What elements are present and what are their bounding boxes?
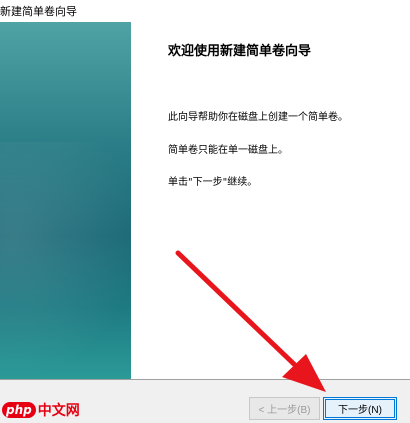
wizard-heading: 欢迎使用新建简单卷向导	[168, 44, 312, 59]
wizard-note-text: 简单卷只能在单一磁盘上。	[168, 145, 288, 156]
next-button[interactable]: 下一步(N)	[323, 397, 397, 420]
banner-glow	[0, 142, 131, 379]
wizard-intro-text: 此向导帮助你在磁盘上创建一个简单卷。	[168, 112, 348, 123]
back-button[interactable]: < 上一步(B)	[249, 397, 320, 420]
wizard-banner-image	[0, 22, 131, 379]
watermark-text: 中文网	[37, 403, 80, 419]
watermark-logo: php 中文网	[2, 399, 80, 421]
title-bar: 新建简单卷向导	[0, 0, 410, 22]
wizard-content: 欢迎使用新建简单卷向导 此向导帮助你在磁盘上创建一个简单卷。 简单卷只能在单一磁…	[131, 22, 410, 379]
watermark-badge: php	[2, 402, 36, 418]
wizard-continue-text: 单击"下一步"继续。	[168, 177, 258, 188]
window-title: 新建简单卷向导	[0, 5, 77, 18]
